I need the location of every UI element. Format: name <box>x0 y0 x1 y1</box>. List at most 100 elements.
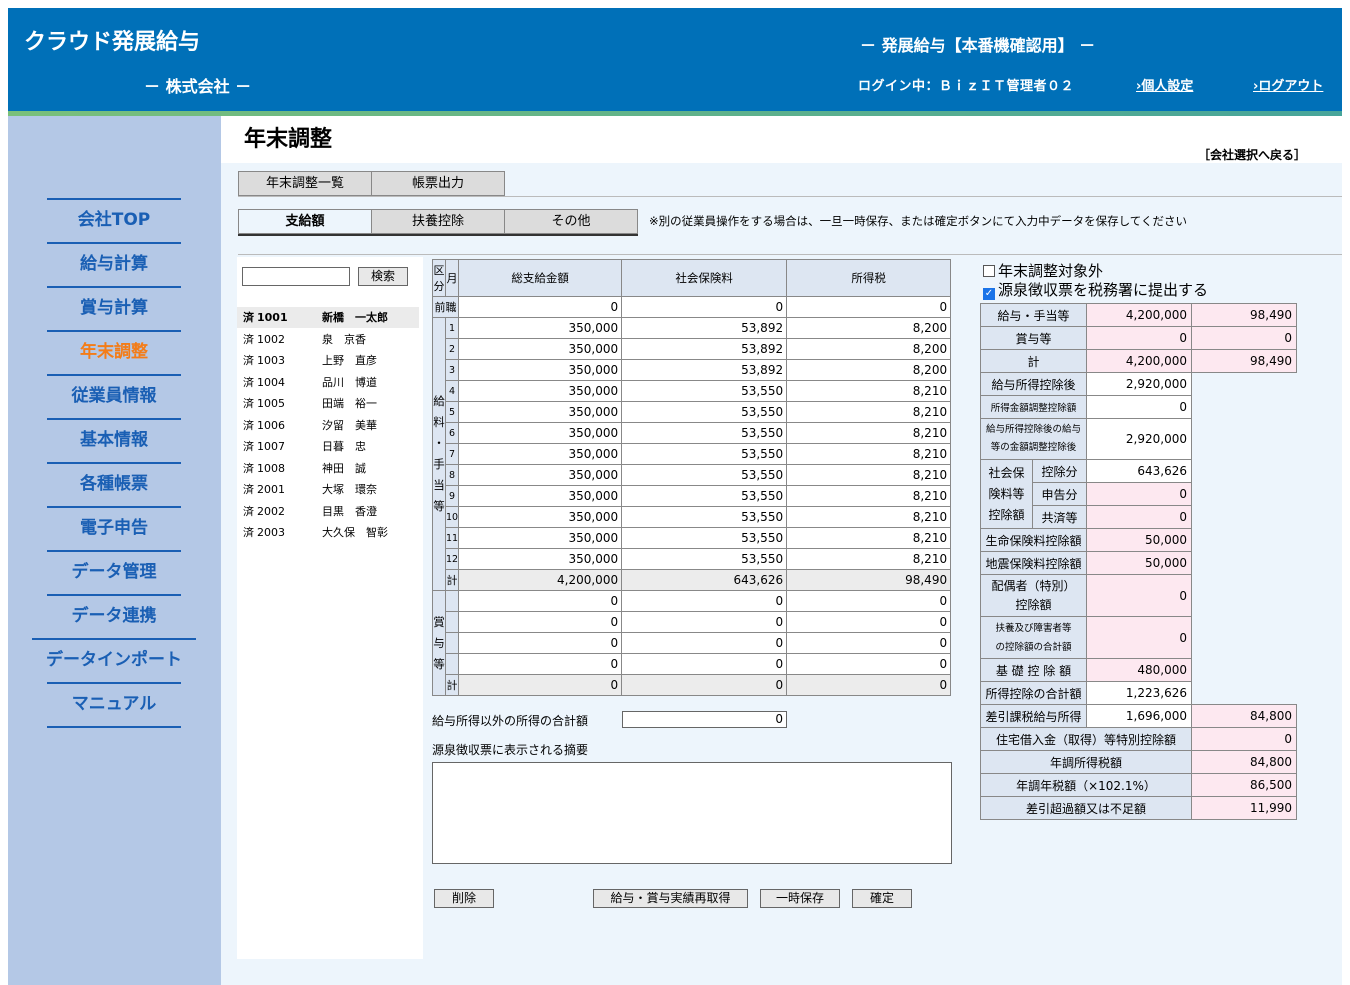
grid-cell[interactable]: 8,210 <box>786 527 952 549</box>
nav-manual[interactable]: マニュアル <box>47 682 181 726</box>
checkbox-checked-icon[interactable]: ✓ <box>983 288 995 300</box>
grid-cell[interactable]: 53,550 <box>621 380 788 402</box>
nav-data-link[interactable]: データ連携 <box>47 594 181 638</box>
tab-form-output[interactable]: 帳票出力 <box>371 171 505 196</box>
sidebar: 会社TOP 給与計算 賞与計算 年末調整 従業員情報 基本情報 各種帳票 電子申… <box>8 116 221 985</box>
grid-cell[interactable]: 0 <box>621 296 788 318</box>
submit-checkbox[interactable]: ✓ 源泉徴収票を税務署に提出する <box>983 279 1208 300</box>
grid-cell[interactable]: 53,550 <box>621 527 788 549</box>
bonus-section-label: 賞与等 <box>432 590 446 696</box>
nav-bonus[interactable]: 賞与計算 <box>47 286 181 330</box>
grid-cell[interactable]: 0 <box>458 632 623 654</box>
grid-cell[interactable]: 8,210 <box>786 464 952 486</box>
grid-cell[interactable]: 8,210 <box>786 401 952 423</box>
tab-payment[interactable]: 支給額 <box>238 209 372 234</box>
grid-cell[interactable]: 53,550 <box>621 485 788 507</box>
grid-cell[interactable]: 350,000 <box>458 422 623 444</box>
grid-cell[interactable]: 350,000 <box>458 359 623 381</box>
memo-textarea[interactable] <box>432 762 952 864</box>
grid-cell[interactable]: 8,210 <box>786 422 952 444</box>
grid-cell[interactable]: 8,200 <box>786 317 952 339</box>
other-income-input[interactable]: 0 <box>622 711 787 728</box>
logout-link[interactable]: ›ログアウト <box>1253 75 1323 94</box>
grid-cell[interactable]: 0 <box>621 632 788 654</box>
grid-cell[interactable]: 8,210 <box>786 380 952 402</box>
employee-row[interactable]: 済 1004 品川 博道 <box>237 372 419 393</box>
employee-row[interactable]: 済 1003 上野 直彦 <box>237 350 419 371</box>
nav-company-top[interactable]: 会社TOP <box>47 198 181 242</box>
summary-value: 0 <box>1086 482 1192 506</box>
grid-cell[interactable]: 8,210 <box>786 506 952 528</box>
grid-cell[interactable]: 53,550 <box>621 422 788 444</box>
grid-cell[interactable]: 0 <box>621 653 788 675</box>
employee-row[interactable]: 済 1005 田端 裕一 <box>237 393 419 414</box>
grid-cell[interactable]: 53,892 <box>621 317 788 339</box>
back-to-company-select-link[interactable]: ［会社選択へ戻る］ <box>1198 146 1306 163</box>
tab-other[interactable]: その他 <box>504 209 638 234</box>
grid-cell[interactable]: 53,550 <box>621 548 788 570</box>
grid-cell[interactable]: 53,550 <box>621 401 788 423</box>
nav-forms[interactable]: 各種帳票 <box>47 462 181 506</box>
grid-cell[interactable]: 0 <box>458 296 623 318</box>
refetch-button[interactable]: 給与・賞与実績再取得 <box>593 889 748 908</box>
tab-dependents[interactable]: 扶養控除 <box>371 209 505 234</box>
grid-cell[interactable]: 350,000 <box>458 548 623 570</box>
exclude-checkbox[interactable]: 年末調整対象外 <box>983 260 1103 281</box>
grid-cell[interactable]: 350,000 <box>458 338 623 360</box>
grid-cell[interactable]: 8,210 <box>786 548 952 570</box>
grid-cell[interactable]: 53,892 <box>621 338 788 360</box>
login-user: ログイン中：ＢｉｚＩＴ管理者０２ <box>858 79 1075 94</box>
nav-payroll[interactable]: 給与計算 <box>47 242 181 286</box>
grid-cell[interactable]: 0 <box>786 632 952 654</box>
nav-data-management[interactable]: データ管理 <box>47 550 181 594</box>
employee-row[interactable]: 済 1002 泉 京香 <box>237 329 419 350</box>
grid-cell[interactable]: 53,550 <box>621 464 788 486</box>
grid-cell[interactable]: 350,000 <box>458 527 623 549</box>
grid-cell[interactable]: 0 <box>621 611 788 633</box>
personal-settings-link[interactable]: ›個人設定 <box>1136 75 1193 94</box>
grid-cell[interactable]: 8,210 <box>786 485 952 507</box>
grid-cell[interactable]: 0 <box>786 296 952 318</box>
search-button[interactable]: 検索 <box>358 267 408 286</box>
grid-cell[interactable]: 0 <box>458 611 623 633</box>
nav-basic-info[interactable]: 基本情報 <box>47 418 181 462</box>
employee-row[interactable]: 済 1008 神田 誠 <box>237 458 419 479</box>
nav-year-end[interactable]: 年末調整 <box>47 330 181 374</box>
temp-save-button[interactable]: 一時保存 <box>760 889 840 908</box>
grid-cell[interactable]: 350,000 <box>458 443 623 465</box>
grid-cell[interactable]: 53,892 <box>621 359 788 381</box>
nav-data-import[interactable]: データインポート <box>32 638 196 682</box>
grid-cell[interactable]: 0 <box>458 653 623 675</box>
employee-row[interactable]: 済 2002 目黒 香澄 <box>237 501 419 522</box>
employee-search-input[interactable] <box>242 267 350 286</box>
employee-row[interactable]: 済 1006 汐留 美華 <box>237 415 419 436</box>
delete-button[interactable]: 削除 <box>434 889 494 908</box>
nav-employees[interactable]: 従業員情報 <box>47 374 181 418</box>
employee-status: 済 <box>243 461 254 475</box>
grid-cell[interactable]: 53,550 <box>621 506 788 528</box>
confirm-button[interactable]: 確定 <box>852 889 912 908</box>
employee-row[interactable]: 済 1001 新橋 一太郎 <box>237 307 419 328</box>
employee-row[interactable]: 済 2001 大塚 環奈 <box>237 479 419 500</box>
grid-cell[interactable]: 0 <box>621 590 788 612</box>
grid-cell[interactable]: 8,210 <box>786 443 952 465</box>
grid-cell[interactable]: 0 <box>786 653 952 675</box>
grid-cell[interactable]: 8,200 <box>786 359 952 381</box>
employee-row[interactable]: 済 1007 日暮 忠 <box>237 436 419 457</box>
grid-cell[interactable]: 350,000 <box>458 401 623 423</box>
grid-cell[interactable]: 350,000 <box>458 380 623 402</box>
grid-cell[interactable]: 53,550 <box>621 443 788 465</box>
grid-cell[interactable]: 350,000 <box>458 464 623 486</box>
grid-cell[interactable]: 350,000 <box>458 317 623 339</box>
sum-label: 計 <box>444 569 460 591</box>
grid-cell[interactable]: 0 <box>786 590 952 612</box>
grid-cell[interactable]: 0 <box>786 611 952 633</box>
grid-cell[interactable]: 350,000 <box>458 506 623 528</box>
grid-cell[interactable]: 0 <box>458 590 623 612</box>
nav-e-filing[interactable]: 電子申告 <box>47 506 181 550</box>
grid-cell[interactable]: 350,000 <box>458 485 623 507</box>
checkbox-icon[interactable] <box>983 265 995 277</box>
tab-year-end-list[interactable]: 年末調整一覧 <box>238 171 372 196</box>
grid-cell[interactable]: 8,200 <box>786 338 952 360</box>
employee-row[interactable]: 済 2003 大久保 智彰 <box>237 522 419 543</box>
